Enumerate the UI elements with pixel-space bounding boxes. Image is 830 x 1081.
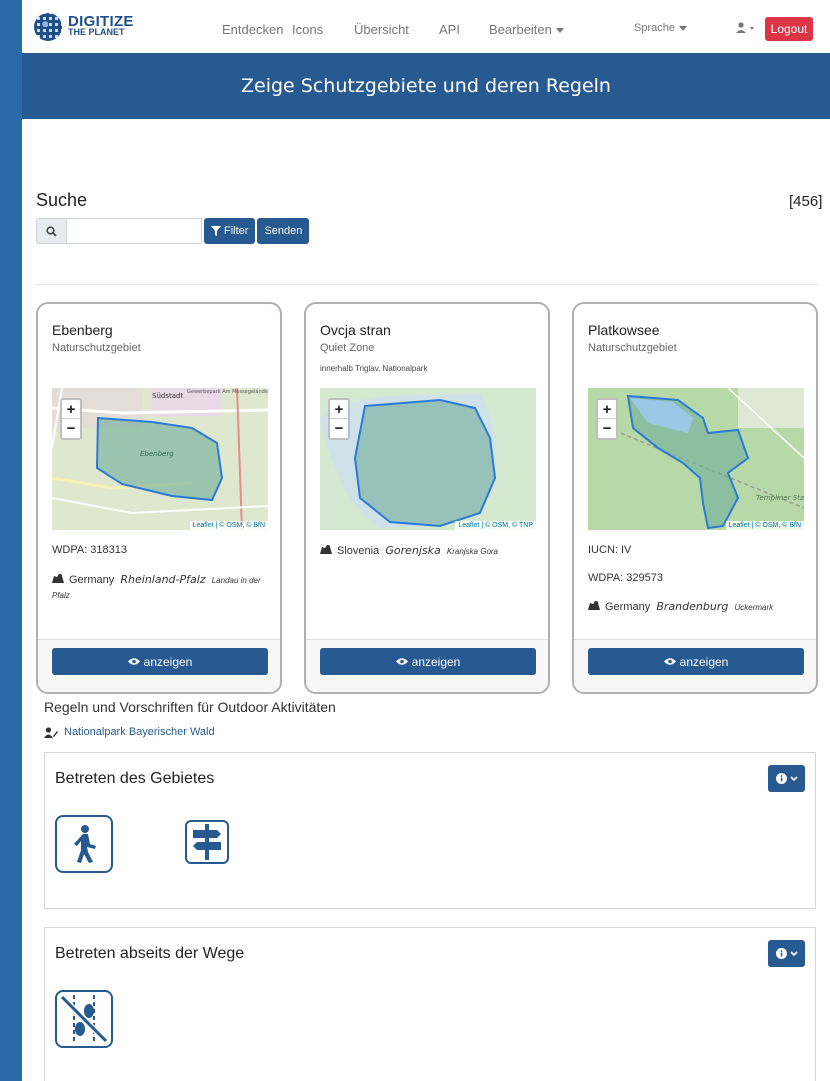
map-label: Südstadt	[152, 392, 183, 400]
search-bar: Filter Senden	[36, 218, 310, 244]
search-addon	[36, 218, 66, 244]
map-zoom-control: + −	[596, 398, 618, 440]
submit-button[interactable]: Senden	[257, 218, 310, 244]
language-dropdown[interactable]: Sprache	[634, 22, 687, 34]
rule-title: Betreten des Gebietes	[55, 770, 215, 787]
map-marker-icon	[52, 574, 64, 583]
user-edit-icon	[44, 726, 58, 738]
walking-person-icon[interactable]	[55, 815, 113, 873]
map-label: Gewerbepark Am Messegelände	[187, 389, 268, 395]
no-offtrail-footprints-icon[interactable]	[55, 990, 113, 1048]
nav-link-api[interactable]: API	[439, 22, 460, 37]
card-footer: anzeigen	[38, 639, 280, 692]
rule-section: Betreten abseits der Wege	[44, 927, 816, 1081]
card-note: innerhalb Triglav, Nationalpark	[320, 364, 428, 373]
map-zoom-control: + −	[328, 398, 350, 440]
search-icon	[46, 225, 57, 237]
card-type: Naturschutzgebiet	[52, 342, 141, 354]
rules-heading: Regeln und Vorschriften für Outdoor Akti…	[44, 699, 336, 715]
card-title: Ebenberg	[52, 322, 113, 338]
area-card-platkowsee: Platkowsee Naturschutzgebiet Templiner S…	[572, 302, 818, 694]
zoom-in-button[interactable]: +	[598, 400, 616, 419]
map-label: Ebenberg	[140, 450, 174, 458]
map-marker-icon	[588, 601, 600, 610]
logo[interactable]: DIGITIZE THE PLANET	[34, 12, 134, 41]
card-type: Naturschutzgebiet	[588, 342, 677, 354]
divider	[36, 284, 818, 285]
page: DIGITIZE THE PLANET Entdecken Icons Über…	[22, 0, 830, 1081]
card-wdpa: WDPA: 329573	[588, 572, 664, 584]
chevron-down-icon	[678, 25, 687, 31]
chevron-down-icon	[789, 775, 798, 781]
card-title: Platkowsee	[588, 322, 660, 338]
card-location: Germany Rheinland-Pfalz Landau in der Pf…	[52, 573, 261, 600]
zoom-out-button[interactable]: −	[330, 419, 348, 438]
eye-icon	[127, 658, 140, 665]
map-attribution[interactable]: Leaflet | © OSM, © TNP	[455, 521, 536, 530]
zoom-out-button[interactable]: −	[62, 419, 80, 438]
filter-icon	[211, 226, 221, 236]
map-zoom-control: + −	[60, 398, 82, 440]
card-footer: anzeigen	[306, 639, 548, 692]
show-button[interactable]: anzeigen	[52, 648, 268, 675]
map-attribution[interactable]: Leaflet | © OSM, © BfN	[725, 521, 804, 530]
card-title: Ovcja stran	[320, 322, 391, 338]
map-tiles: Templiner Stadtforst	[588, 388, 804, 530]
card-location: Slovenia Gorenjska Kranjska Gora	[320, 544, 498, 557]
zoom-in-button[interactable]: +	[330, 400, 348, 419]
card-iucn: IUCN: IV	[588, 544, 632, 556]
result-count: [456]	[789, 193, 823, 210]
area-card-ovcja-stran: Ovcja stran Quiet Zone innerhalb Triglav…	[304, 302, 550, 694]
nav-link-icons[interactable]: Icons	[292, 22, 323, 37]
card-footer: anzeigen	[574, 639, 816, 692]
map[interactable]: Templiner Stadtforst + − Leaflet | © OSM…	[588, 388, 804, 530]
info-icon	[775, 948, 787, 959]
filter-button[interactable]: Filter	[204, 218, 256, 244]
show-button[interactable]: anzeigen	[320, 648, 536, 675]
page-title: Zeige Schutzgebiete und deren Regeln	[241, 75, 611, 97]
nav-link-bearbeiten[interactable]: Bearbeiten	[489, 22, 564, 37]
user-icon	[736, 22, 754, 33]
search-input[interactable]	[66, 218, 202, 244]
info-icon	[775, 773, 787, 784]
map-tiles	[320, 388, 536, 530]
info-toggle-button[interactable]	[768, 940, 805, 967]
logo-line1: DIGITIZE	[68, 12, 134, 30]
search-heading: Suche	[36, 190, 88, 210]
chevron-down-icon	[789, 950, 798, 956]
park-link[interactable]: Nationalpark Bayerischer Wald	[44, 726, 215, 738]
globe-logo-icon	[34, 12, 62, 41]
card-location: Germany Brandenburg Uckermark	[588, 600, 773, 613]
logout-button[interactable]: Logout	[765, 17, 813, 41]
eye-icon	[663, 658, 676, 665]
rule-section: Betreten des Gebietes	[44, 752, 816, 909]
navbar: DIGITIZE THE PLANET Entdecken Icons Über…	[22, 0, 830, 53]
signpost-icon[interactable]	[185, 820, 229, 864]
zoom-in-button[interactable]: +	[62, 400, 80, 419]
zoom-out-button[interactable]: −	[598, 419, 616, 438]
logo-line2: THE PLANET	[68, 26, 125, 37]
chevron-down-icon	[555, 28, 564, 34]
show-button[interactable]: anzeigen	[588, 648, 804, 675]
map[interactable]: + − Leaflet | © OSM, © TNP	[320, 388, 536, 530]
nav-link-entdecken[interactable]: Entdecken	[222, 22, 283, 37]
map[interactable]: Südstadt Gewerbepark Am Messegelände Ebe…	[52, 388, 268, 530]
map-attribution[interactable]: Leaflet | © OSM, © BfN	[189, 521, 268, 530]
area-card-ebenberg: Ebenberg Naturschutzgebiet Südstadt Gewe…	[36, 302, 282, 694]
card-type: Quiet Zone	[320, 342, 375, 354]
map-marker-icon	[320, 545, 332, 554]
info-toggle-button[interactable]	[768, 765, 805, 792]
eye-icon	[395, 658, 408, 665]
map-label: Templiner Stadtforst	[756, 494, 804, 502]
card-wdpa: WDPA: 318313	[52, 544, 128, 556]
nav-link-uebersicht[interactable]: Übersicht	[354, 22, 409, 37]
user-menu[interactable]	[736, 21, 758, 39]
map-tiles: Südstadt Gewerbepark Am Messegelände Ebe…	[52, 388, 268, 530]
rule-title: Betreten abseits der Wege	[55, 945, 245, 962]
page-banner: Zeige Schutzgebiete und deren Regeln	[22, 53, 830, 119]
